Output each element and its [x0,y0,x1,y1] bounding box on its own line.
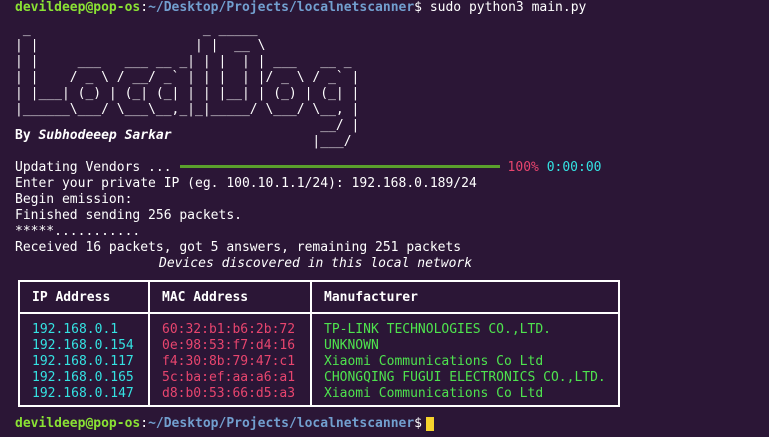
author-line: By Subhodeeep Sarkar [15,128,172,144]
header-mac: MAC Address [148,280,312,314]
devices-table: IP Address MAC Address Manufacturer 192.… [18,280,620,407]
output-line: *****........... [15,224,141,239]
prompt-line-top: devildeep@pop-os:~/Desktop/Projects/loca… [15,0,586,16]
terminal-cursor[interactable] [426,416,434,431]
cell-ip: 192.168.0.165 [32,370,134,385]
output-line: Finished sending 256 packets. [15,208,242,223]
cell-manufacturer: Xiaomi Communications Co Ltd [324,354,544,369]
cell-ip: 192.168.0.154 [32,338,134,353]
header-manufacturer: Manufacturer [310,280,620,314]
table-caption: Devices discovered in this local network [159,256,473,271]
prompt-separator: : [140,0,149,15]
cwd-path: ~/Desktop/Projects/localnetscanner [148,416,415,431]
prompt-symbol: $ [414,416,422,431]
progress-label: Updating Vendors ... [15,160,172,175]
output-line: Begin emission: [15,192,133,207]
header-ip: IP Address [18,280,150,314]
cell-manufacturer: TP-LINK TECHNOLOGIES CO.,LTD. [324,322,551,337]
cell-manufacturer: Xiaomi Communications Co Ltd [324,386,544,401]
command-text: sudo python3 main.py [422,0,587,15]
table-row: 192.168.0.1 60:32:b1:b6:2b:72 TP-LINK TE… [19,313,619,338]
cell-mac: f4:30:8b:79:47:c1 [148,354,312,370]
table-row: 192.168.0.165 5c:ba:ef:aa:a6:a1 CHONGQIN… [19,370,619,386]
cell-mac: 5c:ba:ef:aa:a6:a1 [148,370,312,386]
output-line: Received 16 packets, got 5 answers, rema… [15,240,462,255]
table-row: 192.168.0.154 0e:98:53:f7:d4:16 UNKNOWN [19,338,619,354]
user-host: devildeep@pop-os [15,416,141,431]
cell-ip: 192.168.0.1 [32,322,119,337]
cell-ip: 192.168.0.147 [32,386,134,401]
cell-mac: 60:32:b1:b6:2b:72 [148,313,312,338]
cell-ip: 192.168.0.117 [32,354,134,369]
progress-percent: 100% [507,160,539,175]
cell-manufacturer: UNKNOWN [324,338,379,353]
table-row: 192.168.0.117 f4:30:8b:79:47:c1 Xiaomi C… [19,354,619,370]
user-host: devildeep@pop-os [15,0,141,15]
cell-mac: 0e:98:53:f7:d4:16 [148,338,312,354]
table-header-row: IP Address MAC Address Manufacturer [18,280,620,314]
progress-time: 0:00:00 [546,160,602,175]
prompt-line-bottom: devildeep@pop-os:~/Desktop/Projects/loca… [15,416,434,432]
author-name: Subhodeeep Sarkar [38,128,172,143]
cell-manufacturer: CHONGQING FUGUI ELECTRONICS CO.,LTD. [324,370,606,385]
progress-bar [179,165,500,168]
progress-line: Updating Vendors ... 100% 0:00:00 [15,160,601,176]
output-line: Enter your private IP (eg. 100.10.1.1/24… [15,176,477,191]
prompt-separator: : [140,416,149,431]
prompt-symbol: $ [414,0,422,15]
cwd-path: ~/Desktop/Projects/localnetscanner [148,0,415,15]
author-by: By [15,128,39,143]
table-row: 192.168.0.147 d8:b0:53:66:d5:a3 Xiaomi C… [19,386,619,406]
cell-mac: d8:b0:53:66:d5:a3 [148,386,312,406]
